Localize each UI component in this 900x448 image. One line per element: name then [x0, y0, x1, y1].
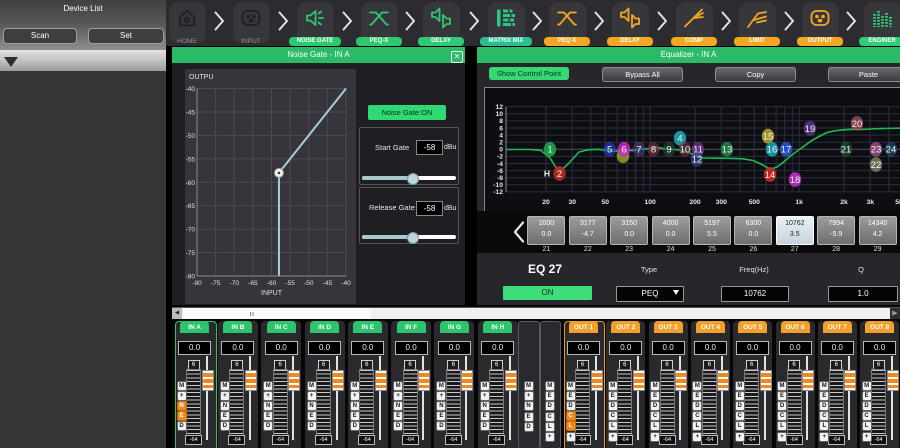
svg-text:2: 2: [557, 169, 562, 180]
svg-text:19: 19: [805, 124, 816, 135]
svg-text:20: 20: [542, 199, 550, 206]
svg-text:500: 500: [749, 199, 761, 206]
svg-text:-2: -2: [497, 154, 503, 161]
svg-text:2: 2: [499, 140, 503, 147]
svg-text:18: 18: [790, 175, 801, 186]
svg-text:-4: -4: [497, 161, 503, 168]
svg-text:10: 10: [495, 111, 503, 118]
svg-text:12: 12: [692, 155, 703, 166]
svg-text:13: 13: [722, 145, 733, 156]
svg-text:-40: -40: [186, 86, 196, 93]
svg-text:-12: -12: [493, 189, 503, 196]
svg-text:16: 16: [767, 145, 778, 156]
svg-text:-80: -80: [192, 280, 202, 287]
svg-text:21: 21: [841, 145, 852, 156]
svg-text:-75: -75: [211, 280, 221, 287]
svg-text:22: 22: [871, 160, 882, 171]
svg-text:12: 12: [495, 104, 503, 111]
svg-text:1k: 1k: [795, 199, 803, 206]
svg-text:-50: -50: [186, 132, 196, 139]
svg-text:9: 9: [666, 145, 671, 156]
svg-text:100: 100: [644, 199, 656, 206]
svg-text:23: 23: [871, 145, 882, 156]
svg-text:6: 6: [621, 145, 626, 156]
svg-text:1: 1: [547, 145, 552, 156]
svg-text:17: 17: [781, 145, 792, 156]
svg-text:-45: -45: [323, 280, 333, 287]
svg-text:-55: -55: [285, 280, 295, 287]
svg-text:-75: -75: [186, 250, 196, 257]
svg-text:-8: -8: [497, 175, 503, 182]
svg-text:6: 6: [499, 125, 503, 132]
svg-text:3k: 3k: [866, 199, 874, 206]
svg-text:H: H: [544, 169, 550, 179]
svg-text:8: 8: [651, 145, 656, 156]
svg-text:-70: -70: [186, 226, 196, 233]
svg-text:20: 20: [852, 119, 863, 130]
svg-text:2k: 2k: [840, 199, 848, 206]
svg-text:4: 4: [499, 132, 503, 139]
svg-text:-60: -60: [186, 179, 196, 186]
svg-text:7: 7: [636, 145, 641, 156]
svg-text:30: 30: [568, 199, 576, 206]
svg-text:-65: -65: [186, 203, 196, 210]
svg-text:24: 24: [886, 145, 897, 156]
svg-text:5k: 5k: [895, 199, 900, 206]
svg-text:0: 0: [499, 147, 503, 154]
svg-text:-40: -40: [341, 280, 351, 287]
svg-text:8: 8: [499, 118, 503, 125]
svg-text:-6: -6: [497, 168, 503, 175]
svg-text:15: 15: [763, 132, 774, 143]
svg-text:INPUT: INPUT: [261, 290, 283, 297]
svg-text:-60: -60: [267, 280, 277, 287]
svg-text:50: 50: [602, 199, 610, 206]
svg-text:14: 14: [765, 170, 776, 181]
svg-text:-10: -10: [493, 182, 503, 189]
svg-text:-50: -50: [304, 280, 314, 287]
svg-text:-55: -55: [186, 156, 196, 163]
svg-text:200: 200: [689, 199, 701, 206]
svg-text:-65: -65: [248, 280, 258, 287]
svg-text:10: 10: [680, 145, 691, 156]
svg-text:-70: -70: [230, 280, 240, 287]
svg-text:-45: -45: [186, 109, 196, 116]
svg-text:300: 300: [716, 199, 728, 206]
svg-text:5: 5: [607, 145, 612, 156]
